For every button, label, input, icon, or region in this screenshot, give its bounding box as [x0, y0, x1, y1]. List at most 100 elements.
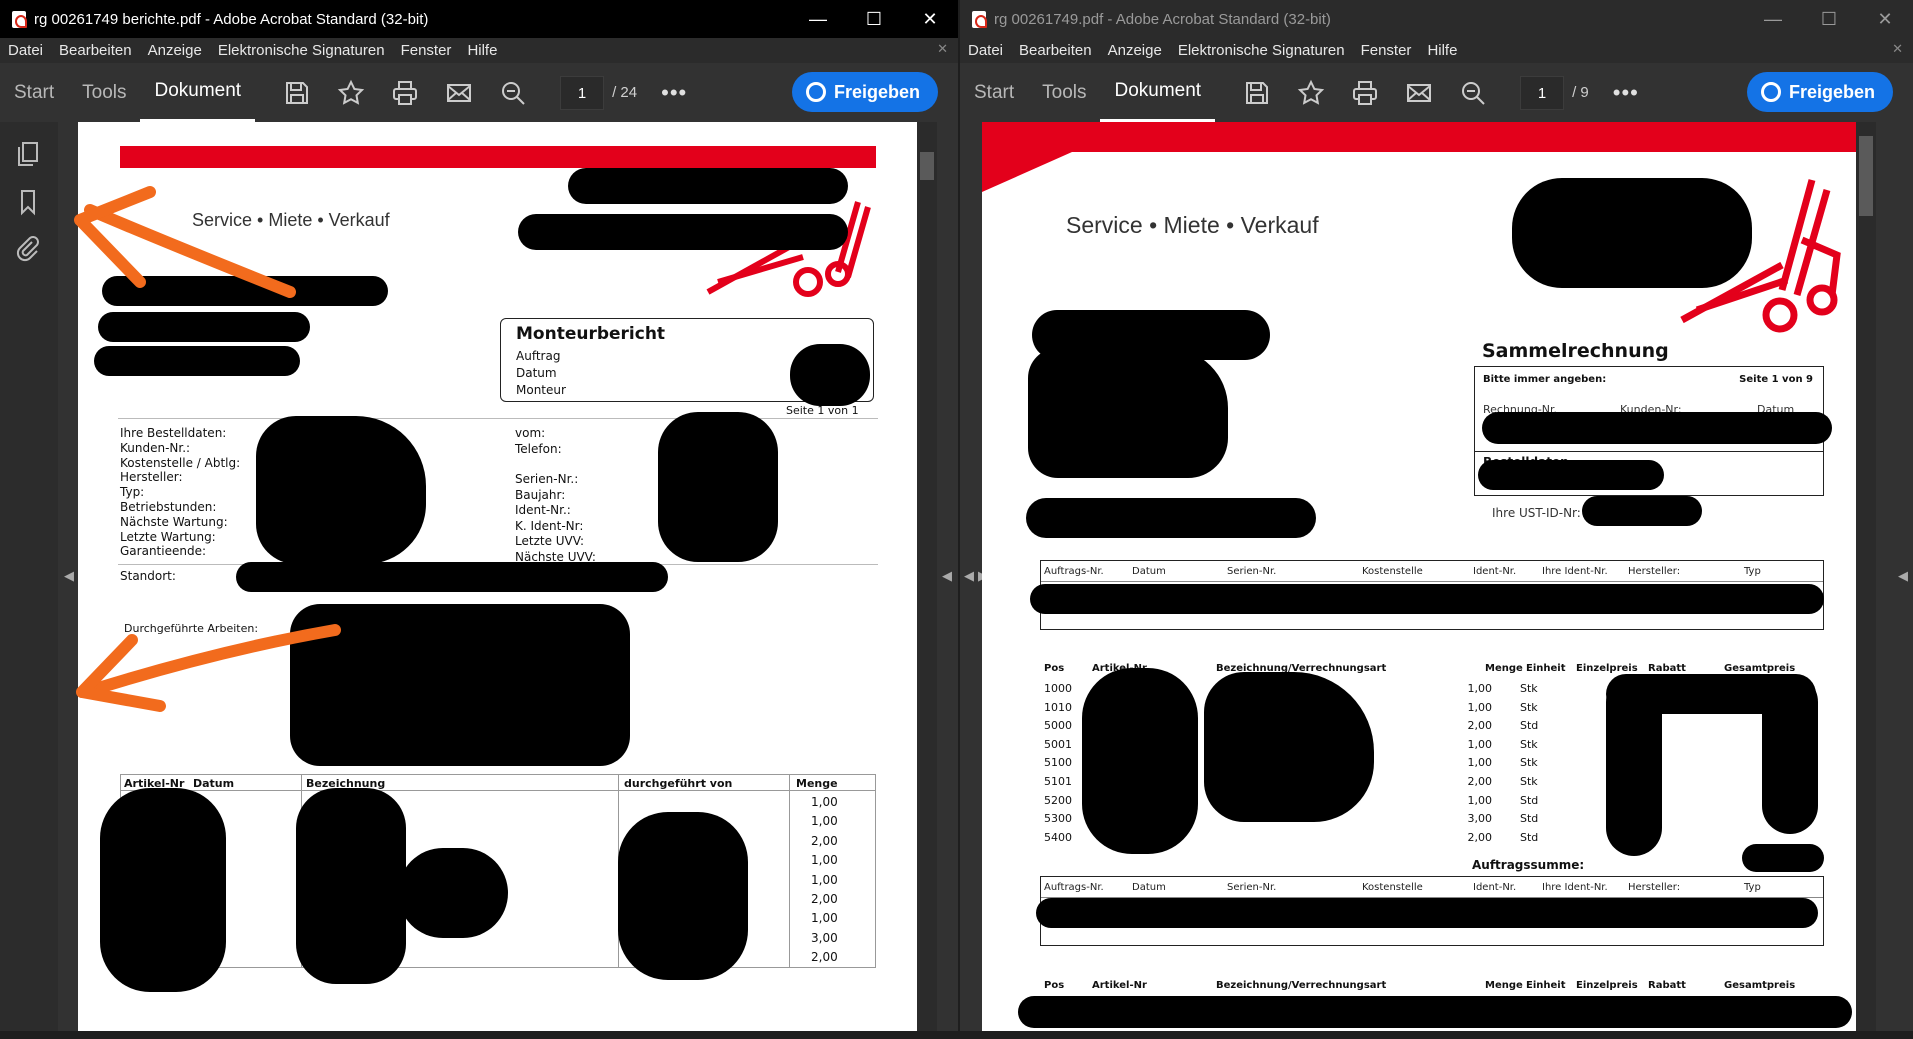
oh-datum: Datum — [1132, 882, 1166, 893]
oh-ihre-ident: Ihre Ident-Nr. — [1542, 566, 1608, 577]
vertical-scrollbar[interactable] — [1856, 122, 1876, 1039]
ph-rabatt: Rabatt — [1648, 663, 1686, 674]
save-icon[interactable] — [277, 73, 317, 113]
close-icon[interactable]: ✕ — [902, 0, 958, 38]
pages-icon[interactable] — [14, 140, 42, 168]
table-cell: 1010 — [1044, 700, 1072, 714]
table-cell: 2,00 — [1467, 830, 1493, 844]
auftragssumme-label: Auftragssumme: — [1472, 858, 1585, 872]
nav-tools[interactable]: Tools — [1028, 63, 1100, 122]
menu-bearbeiten[interactable]: Bearbeiten — [51, 42, 140, 59]
zoom-icon[interactable] — [493, 73, 533, 113]
table-cell: 3,00 — [1467, 812, 1493, 826]
redaction — [256, 416, 426, 564]
star-icon[interactable] — [1291, 73, 1331, 113]
expand-panel-icon[interactable]: ◀ — [1898, 568, 1908, 584]
menu-close-icon[interactable]: ✕ — [1892, 41, 1903, 57]
minimize-icon[interactable]: — — [790, 0, 846, 38]
title-bar: rg 00261749.pdf - Adobe Acrobat Standard… — [960, 0, 1913, 38]
redaction — [1204, 672, 1374, 822]
maximize-icon[interactable]: ☐ — [846, 0, 902, 38]
oh-auftrag: Auftrags-Nr. — [1044, 882, 1104, 893]
page-number-input[interactable]: 1 — [560, 75, 605, 110]
arbeiten-label: Durchgeführte Arbeiten: — [124, 622, 259, 635]
report-title: Monteurbericht — [516, 324, 666, 344]
standort-label: Standort: — [120, 569, 176, 583]
label: K. Ident-Nr: — [515, 518, 584, 533]
oh-ident: Ident-Nr. — [1473, 566, 1517, 577]
menu-hilfe[interactable]: Hilfe — [1419, 42, 1465, 59]
table-cell: 1,00 — [1467, 737, 1493, 751]
table-cell: 2,00 — [1467, 774, 1493, 788]
nav-dokument[interactable]: Dokument — [1100, 63, 1216, 122]
menu-signaturen[interactable]: Elektronische Signaturen — [210, 42, 393, 59]
share-button[interactable]: Freigeben — [1746, 72, 1893, 112]
nav-start[interactable]: Start — [960, 63, 1028, 122]
menu-anzeige[interactable]: Anzeige — [1100, 42, 1170, 59]
close-icon[interactable]: ✕ — [1857, 0, 1913, 38]
mail-icon[interactable] — [439, 73, 479, 113]
maximize-icon[interactable]: ☐ — [1801, 0, 1857, 38]
divider — [1041, 581, 1823, 582]
nav-tools[interactable]: Tools — [68, 63, 140, 122]
einheit-column: Stk Stk Std Stk Stk Stk Std Std Std — [1520, 680, 1538, 847]
oh-typ: Typ — [1744, 566, 1761, 577]
print-icon[interactable] — [385, 73, 425, 113]
field-monteur: Monteur — [516, 383, 566, 397]
zoom-icon[interactable] — [1453, 73, 1493, 113]
label: Nächste Wartung: — [120, 514, 228, 529]
menu-hilfe[interactable]: Hilfe — [459, 42, 505, 59]
nav-dokument[interactable]: Dokument — [140, 63, 256, 122]
menu-signaturen[interactable]: Elektronische Signaturen — [1170, 42, 1353, 59]
scrollbar-thumb[interactable] — [920, 152, 934, 180]
redaction — [1762, 674, 1818, 834]
oh-kostenstelle: Kostenstelle — [1362, 566, 1423, 577]
table-cell: 1,00 — [811, 814, 838, 829]
page-number-input[interactable]: 1 — [1520, 75, 1565, 110]
redaction — [1742, 844, 1824, 872]
redaction — [518, 214, 848, 250]
table-cell: 2,00 — [811, 833, 838, 848]
vertical-scrollbar[interactable] — [917, 122, 937, 1039]
minimize-icon[interactable]: — — [1745, 0, 1801, 38]
collapse-left-icon[interactable]: ◀ — [964, 568, 974, 584]
more-icon[interactable]: ••• — [661, 80, 687, 106]
scrollbar-thumb[interactable] — [1859, 136, 1873, 216]
title-bar: rg 00261749 berichte.pdf - Adobe Acrobat… — [0, 0, 958, 38]
table-header: Artikel-Nr Datum Bezeichnung durchgeführ… — [121, 775, 875, 791]
menu-bearbeiten[interactable]: Bearbeiten — [1011, 42, 1100, 59]
mail-icon[interactable] — [1399, 73, 1439, 113]
window-controls: — ☐ ✕ — [1745, 0, 1913, 38]
share-button[interactable]: Freigeben — [791, 72, 938, 112]
menu-datei[interactable]: Datei — [0, 42, 51, 59]
collapse-sidebar-icon[interactable]: ◀ — [64, 568, 74, 584]
expand-panel-icon[interactable]: ◀ — [942, 568, 952, 584]
save-icon[interactable] — [1237, 73, 1277, 113]
taskbar-edge — [0, 1031, 1913, 1039]
page-total: / 9 — [1572, 84, 1589, 101]
attachment-icon[interactable] — [14, 234, 42, 262]
nav-start[interactable]: Start — [0, 63, 68, 122]
ph-menge: Menge — [1485, 980, 1523, 991]
table-cell: 2,00 — [811, 950, 838, 965]
menu-fenster[interactable]: Fenster — [393, 42, 460, 59]
menu-anzeige[interactable]: Anzeige — [140, 42, 210, 59]
menu-close-icon[interactable]: ✕ — [937, 41, 948, 57]
redaction — [290, 604, 630, 766]
print-icon[interactable] — [1345, 73, 1385, 113]
page-total: / 24 — [612, 84, 638, 101]
please-note: Bitte immer angeben: — [1483, 374, 1607, 385]
bookmark-icon[interactable] — [14, 188, 42, 216]
col-datum: Datum — [193, 777, 235, 790]
table-cell: 5300 — [1044, 812, 1072, 826]
menu-datei[interactable]: Datei — [960, 42, 1011, 59]
more-icon[interactable]: ••• — [1613, 80, 1639, 106]
table-cell: 1,00 — [811, 795, 838, 809]
star-icon[interactable] — [331, 73, 371, 113]
menge-column: 1,00 1,00 2,00 1,00 1,00 2,00 1,00 3,00 … — [1462, 680, 1493, 847]
redaction — [102, 276, 388, 306]
left-sidebar — [0, 122, 58, 1039]
redaction — [296, 788, 406, 984]
menu-fenster[interactable]: Fenster — [1353, 42, 1420, 59]
redaction — [94, 346, 300, 376]
